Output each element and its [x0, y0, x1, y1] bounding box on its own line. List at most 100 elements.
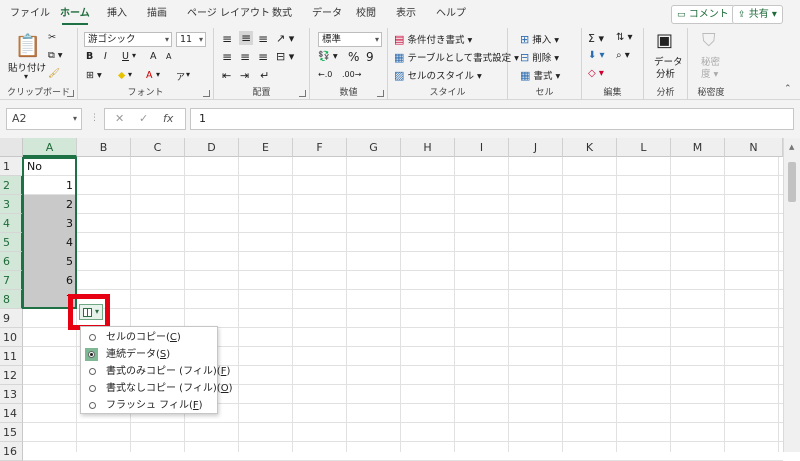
- tab-help[interactable]: ヘルプ: [436, 0, 466, 28]
- column-header-n[interactable]: N: [725, 138, 783, 157]
- clear-icon[interactable]: ◇ ▾: [588, 68, 604, 79]
- tab-insert[interactable]: 挿入: [107, 0, 127, 28]
- grow-font-button[interactable]: A: [150, 51, 157, 62]
- comma-button[interactable]: 9: [366, 50, 374, 64]
- row-header-12[interactable]: 12: [0, 366, 23, 385]
- column-header-j[interactable]: J: [509, 138, 563, 157]
- row-header-13[interactable]: 13: [0, 385, 23, 404]
- insert-cells-button[interactable]: ⊞ 挿入 ▾: [520, 32, 559, 46]
- percent-button[interactable]: %: [348, 50, 359, 64]
- share-button[interactable]: ⇪ 共有 ▾: [732, 5, 783, 24]
- row-header-1[interactable]: 1: [0, 157, 23, 176]
- column-header-m[interactable]: M: [671, 138, 725, 157]
- column-header-k[interactable]: K: [563, 138, 617, 157]
- sort-filter-icon[interactable]: ⇅ ▾: [616, 32, 633, 43]
- phonetic-button[interactable]: ア: [176, 70, 185, 83]
- font-name-select[interactable]: 游ゴシック ▾: [84, 32, 172, 47]
- wrap-text-icon[interactable]: ↵: [260, 69, 269, 82]
- row-header-5[interactable]: 5: [0, 233, 23, 252]
- tab-view[interactable]: 表示: [396, 0, 416, 28]
- number-format-select[interactable]: 標準 ▾: [318, 32, 382, 47]
- row-header-3[interactable]: 3: [0, 195, 23, 214]
- cell-styles-button[interactable]: ▨ セルのスタイル ▾: [394, 68, 482, 82]
- collapse-ribbon-icon[interactable]: ⌃: [784, 84, 792, 94]
- fill-color-icon[interactable]: ◆: [118, 70, 125, 81]
- column-header-g[interactable]: G: [347, 138, 401, 157]
- comment-button[interactable]: ▭ コメント: [671, 5, 735, 24]
- column-header-a[interactable]: A: [23, 138, 77, 157]
- menu-item-fill-formatting-only[interactable]: 書式のみコピー (フィル)(F): [81, 363, 230, 380]
- orientation-icon[interactable]: ↗ ▾: [276, 32, 294, 45]
- row-header-7[interactable]: 7: [0, 271, 23, 290]
- tab-page-layout[interactable]: ページ レイアウト: [187, 0, 270, 28]
- formula-input[interactable]: 1: [190, 108, 794, 130]
- enter-icon[interactable]: ✓: [139, 112, 148, 125]
- underline-button[interactable]: U: [122, 51, 129, 62]
- data-analysis-icon[interactable]: ▣: [656, 30, 673, 51]
- decrease-decimal-icon[interactable]: .00→: [342, 70, 361, 79]
- row-header-2[interactable]: 2: [0, 176, 23, 195]
- format-painter-icon[interactable]: 🖌: [48, 68, 60, 79]
- menu-item-fill-without-formatting[interactable]: 書式なしコピー (フィル)(O): [81, 380, 232, 397]
- column-header-c[interactable]: C: [131, 138, 185, 157]
- select-all-corner[interactable]: [0, 138, 23, 157]
- fill-icon[interactable]: ⬇ ▾: [588, 50, 605, 61]
- tab-formulas[interactable]: 数式: [272, 0, 292, 28]
- row-header-11[interactable]: 11: [0, 347, 23, 366]
- borders-icon[interactable]: ⊞ ▾: [86, 70, 102, 81]
- underline-dropdown-icon[interactable]: ▾: [132, 51, 136, 60]
- autosum-button[interactable]: Σ ▾: [588, 32, 604, 45]
- merge-center-icon[interactable]: ⊟ ▾: [276, 50, 294, 63]
- column-header-l[interactable]: L: [617, 138, 671, 157]
- find-select-icon[interactable]: ⌕ ▾: [616, 50, 630, 61]
- font-size-select[interactable]: 11 ▾: [176, 32, 206, 47]
- align-center-icon[interactable]: ≡: [240, 50, 250, 64]
- name-box[interactable]: A2 ▾: [6, 108, 82, 130]
- conditional-formatting-button[interactable]: ▤ 条件付き書式 ▾: [394, 32, 472, 46]
- copy-icon[interactable]: ⧉ ▾: [48, 50, 63, 61]
- row-header-8[interactable]: 8: [0, 290, 23, 309]
- italic-button[interactable]: I: [104, 51, 107, 62]
- column-header-h[interactable]: H: [401, 138, 455, 157]
- alignment-launcher-icon[interactable]: [299, 90, 306, 97]
- increase-decimal-icon[interactable]: ←.0: [318, 70, 332, 79]
- column-header-b[interactable]: B: [77, 138, 131, 157]
- align-left-icon[interactable]: ≡: [222, 50, 232, 64]
- number-launcher-icon[interactable]: [377, 90, 384, 97]
- bold-button[interactable]: B: [86, 51, 93, 62]
- scroll-thumb[interactable]: [788, 162, 796, 202]
- column-header-d[interactable]: D: [185, 138, 239, 157]
- row-header-14[interactable]: 14: [0, 404, 23, 423]
- row-header-6[interactable]: 6: [0, 252, 23, 271]
- row-header-15[interactable]: 15: [0, 423, 23, 442]
- tab-file[interactable]: ファイル: [10, 0, 50, 28]
- tab-review[interactable]: 校閲: [356, 0, 376, 28]
- sensitivity-icon[interactable]: ⛉: [702, 30, 716, 51]
- paste-dropdown-icon[interactable]: ▾: [24, 72, 28, 81]
- increase-indent-icon[interactable]: ⇥: [240, 69, 249, 82]
- menu-item-flash-fill[interactable]: フラッシュ フィル(F): [81, 397, 217, 414]
- tab-data[interactable]: データ: [312, 0, 342, 28]
- vertical-scrollbar[interactable]: ▲: [783, 138, 800, 452]
- tab-home[interactable]: ホーム: [60, 0, 90, 28]
- font-launcher-icon[interactable]: [203, 90, 210, 97]
- column-header-e[interactable]: E: [239, 138, 293, 157]
- align-right-icon[interactable]: ≡: [258, 50, 268, 64]
- fill-color-dropdown-icon[interactable]: ▾: [128, 70, 132, 79]
- shrink-font-button[interactable]: A: [166, 52, 171, 61]
- decrease-indent-icon[interactable]: ⇤: [222, 69, 231, 82]
- delete-cells-button[interactable]: ⊟ 削除 ▾: [520, 50, 559, 64]
- format-cells-button[interactable]: ▦ 書式 ▾: [520, 68, 560, 82]
- row-header-9[interactable]: 9: [0, 309, 23, 328]
- column-header-f[interactable]: F: [293, 138, 347, 157]
- align-top-icon[interactable]: ≡: [222, 32, 232, 46]
- data-analysis-label-2[interactable]: 分析: [656, 66, 675, 80]
- menu-item-fill-series[interactable]: 連続データ(S): [81, 346, 217, 363]
- align-middle-icon[interactable]: ≡: [239, 31, 254, 45]
- sensitivity-label-2[interactable]: 度 ▾: [701, 66, 718, 80]
- row-header-4[interactable]: 4: [0, 214, 23, 233]
- cancel-icon[interactable]: ✕: [115, 112, 124, 125]
- insert-function-icon[interactable]: fx: [163, 112, 173, 125]
- row-header-10[interactable]: 10: [0, 328, 23, 347]
- align-bottom-icon[interactable]: ≡: [258, 32, 268, 46]
